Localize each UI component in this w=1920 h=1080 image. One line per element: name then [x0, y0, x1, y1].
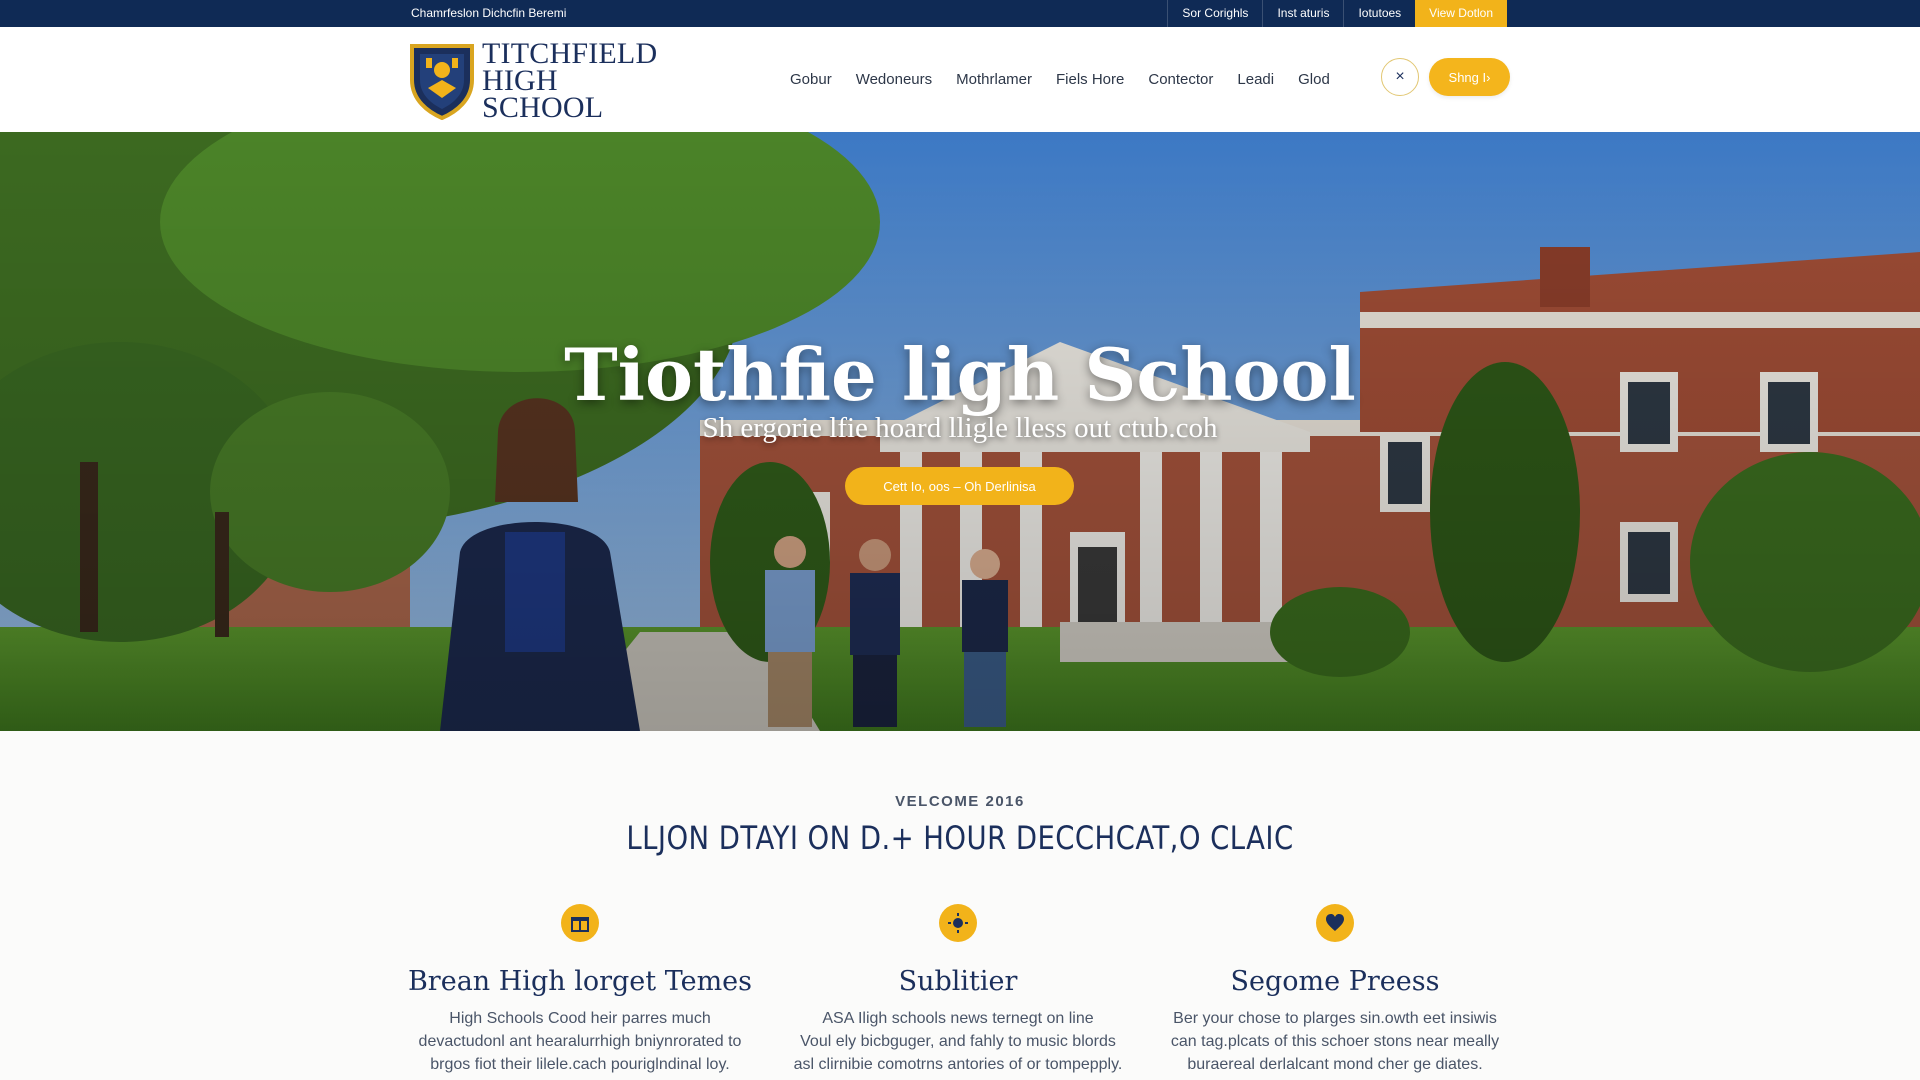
- heart-icon: [1316, 904, 1354, 942]
- feature-text-1-line-2: devactudonl ant hearalurrhigh bniynrorat…: [418, 1033, 742, 1050]
- header-cta-button[interactable]: Shng I›: [1429, 58, 1510, 96]
- hero-cta-button[interactable]: Cett Io, oos – Oh Derlinisa: [845, 467, 1074, 505]
- feature-text-2-line-1: ASA Iligh schools news ternegt on line: [822, 1010, 1094, 1027]
- nav-item-6[interactable]: Leadi: [1237, 71, 1274, 88]
- nav-item-5[interactable]: Contector: [1148, 71, 1213, 88]
- utility-bar: Chamrfeslon Dichcfin Beremi Sor Corighls…: [0, 0, 1920, 27]
- utility-link-3[interactable]: Iotutoes: [1343, 0, 1415, 27]
- utility-text: Chamrfeslon Dichcfin Beremi: [411, 6, 567, 20]
- feature-text-1: High Schools Cood heir parres much devac…: [400, 1007, 760, 1076]
- wordmark-line-3: SCHOOL: [482, 90, 604, 124]
- feature-card-3: Segome Preess Ber your chose to plarges …: [1155, 904, 1515, 1076]
- nav-item-7[interactable]: Glod: [1298, 71, 1330, 88]
- school-wordmark: TITCHFIELD HIGH SCHOOL: [482, 36, 658, 124]
- nav-item-1[interactable]: Gobur: [790, 71, 832, 88]
- feature-card-2: Sublitier ASA Iligh schools news ternegt…: [778, 904, 1138, 1076]
- feature-title-3: Segome Preess: [1230, 966, 1440, 997]
- wordmark-line-1: TITCHFIELD: [482, 36, 658, 70]
- hero-subtitle: Sh ergorie lfie hoard lligle lless out c…: [702, 412, 1218, 444]
- main-nav: Gobur Wedoneurs Mothrlamer Fiels Hore Co…: [778, 27, 1342, 132]
- nav-item-4[interactable]: Fiels Hore: [1056, 71, 1124, 88]
- feature-text-1-line-3: brgos fiot their lilele.cach pouriglndin…: [430, 1056, 730, 1073]
- wordmark-line-2: HIGH: [482, 63, 558, 97]
- feature-text-1-line-1: High Schools Cood heir parres much: [449, 1010, 711, 1027]
- utility-link-accent[interactable]: View Dotlon: [1415, 0, 1507, 27]
- utility-links: Sor Corighls Inst aturis Iotutoes View D…: [1167, 0, 1507, 27]
- welcome-heading: LLJON DTAYI ON D.+ HOUR DECCHCAT,O CLAIC: [626, 819, 1294, 857]
- utility-link-1[interactable]: Sor Corighls: [1167, 0, 1262, 27]
- feature-text-3-line-3: buraereal derlalcant mond cher ge diates…: [1187, 1056, 1483, 1073]
- feature-text-2-line-3: asl clirnibie comotrns antories of or to…: [793, 1056, 1123, 1073]
- feature-title-2: Sublitier: [898, 966, 1018, 997]
- close-button[interactable]: ×: [1381, 58, 1419, 96]
- feature-text-2-line-2: Voul ely bicbguger, and fahly to music b…: [800, 1033, 1116, 1050]
- feature-text-2: ASA Iligh schools news ternegt on line V…: [778, 1007, 1138, 1076]
- school-crest-icon: [410, 44, 474, 120]
- hero-title: Tiothfie ligh School: [564, 332, 1356, 417]
- feature-title-1: Brean High lorget Temes: [407, 966, 753, 997]
- site-header: TITCHFIELD HIGH SCHOOL Gobur Wedoneurs M…: [0, 27, 1920, 132]
- hero-banner: Tiothfie ligh School Sh ergorie lfie hoa…: [0, 132, 1920, 731]
- nav-item-2[interactable]: Wedoneurs: [856, 71, 932, 88]
- welcome-eyebrow: VELCOME 2016: [895, 793, 1025, 810]
- feature-card-1: Brean High lorget Temes High Schools Coo…: [400, 904, 760, 1076]
- close-icon: ×: [1395, 68, 1405, 85]
- feature-text-3-line-1: Ber your chose to plarges sin.owth eet i…: [1173, 1010, 1497, 1027]
- school-logo[interactable]: TITCHFIELD HIGH SCHOOL: [408, 37, 668, 123]
- utility-link-2[interactable]: Inst aturis: [1262, 0, 1343, 27]
- feature-text-3-line-2: can tag.plcats of this schoer stons near…: [1170, 1033, 1500, 1050]
- gift-icon: [561, 904, 599, 942]
- nav-item-3[interactable]: Mothrlamer: [956, 71, 1032, 88]
- sun-icon: [939, 904, 977, 942]
- feature-text-3: Ber your chose to plarges sin.owth eet i…: [1155, 1007, 1515, 1076]
- welcome-section: VELCOME 2016 LLJON DTAYI ON D.+ HOUR DEC…: [0, 731, 1920, 1080]
